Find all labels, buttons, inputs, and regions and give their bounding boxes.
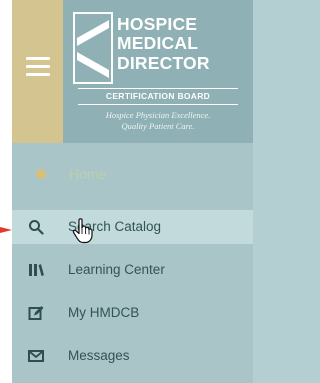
nav-messages[interactable]: Messages <box>12 339 253 373</box>
nav-learning-center[interactable]: Learning Center <box>12 253 253 287</box>
logo-tagline-2: Quality Patient Care. <box>121 121 195 131</box>
menu-toggle-button[interactable] <box>12 0 63 143</box>
home-icon <box>36 169 46 179</box>
nav-my-hmdcb[interactable]: My HMDCB <box>12 296 253 330</box>
edit-icon <box>28 306 44 320</box>
nav-my-hmdcb-label: My HMDCB <box>68 305 140 320</box>
logo-certification-board: CERTIFICATION BOARD <box>78 88 238 105</box>
logo-emblem-icon <box>73 12 113 84</box>
library-icon <box>29 264 44 276</box>
logo-line-medical: MEDICAL <box>117 33 199 53</box>
nav-messages-label: Messages <box>68 348 130 363</box>
nav-home[interactable]: Home <box>12 160 253 188</box>
hmdcb-logo: HOSPICE MEDICAL DIRECTOR CERTIFICATION B… <box>73 12 243 140</box>
pointer-arrow-icon <box>0 227 12 233</box>
logo-line-director: DIRECTOR <box>117 53 210 73</box>
nav-home-label: Home <box>69 166 107 182</box>
logo-line-hospice: HOSPICE <box>117 14 198 34</box>
logo-tagline-1: Hospice Physician Excellence. <box>105 110 211 120</box>
nav-search-catalog[interactable]: Search Catalog <box>12 210 253 244</box>
search-icon <box>29 220 44 235</box>
envelope-icon <box>28 350 44 362</box>
left-strip <box>0 0 12 383</box>
nav-learning-center-label: Learning Center <box>68 262 165 277</box>
hand-cursor-icon <box>72 218 93 244</box>
